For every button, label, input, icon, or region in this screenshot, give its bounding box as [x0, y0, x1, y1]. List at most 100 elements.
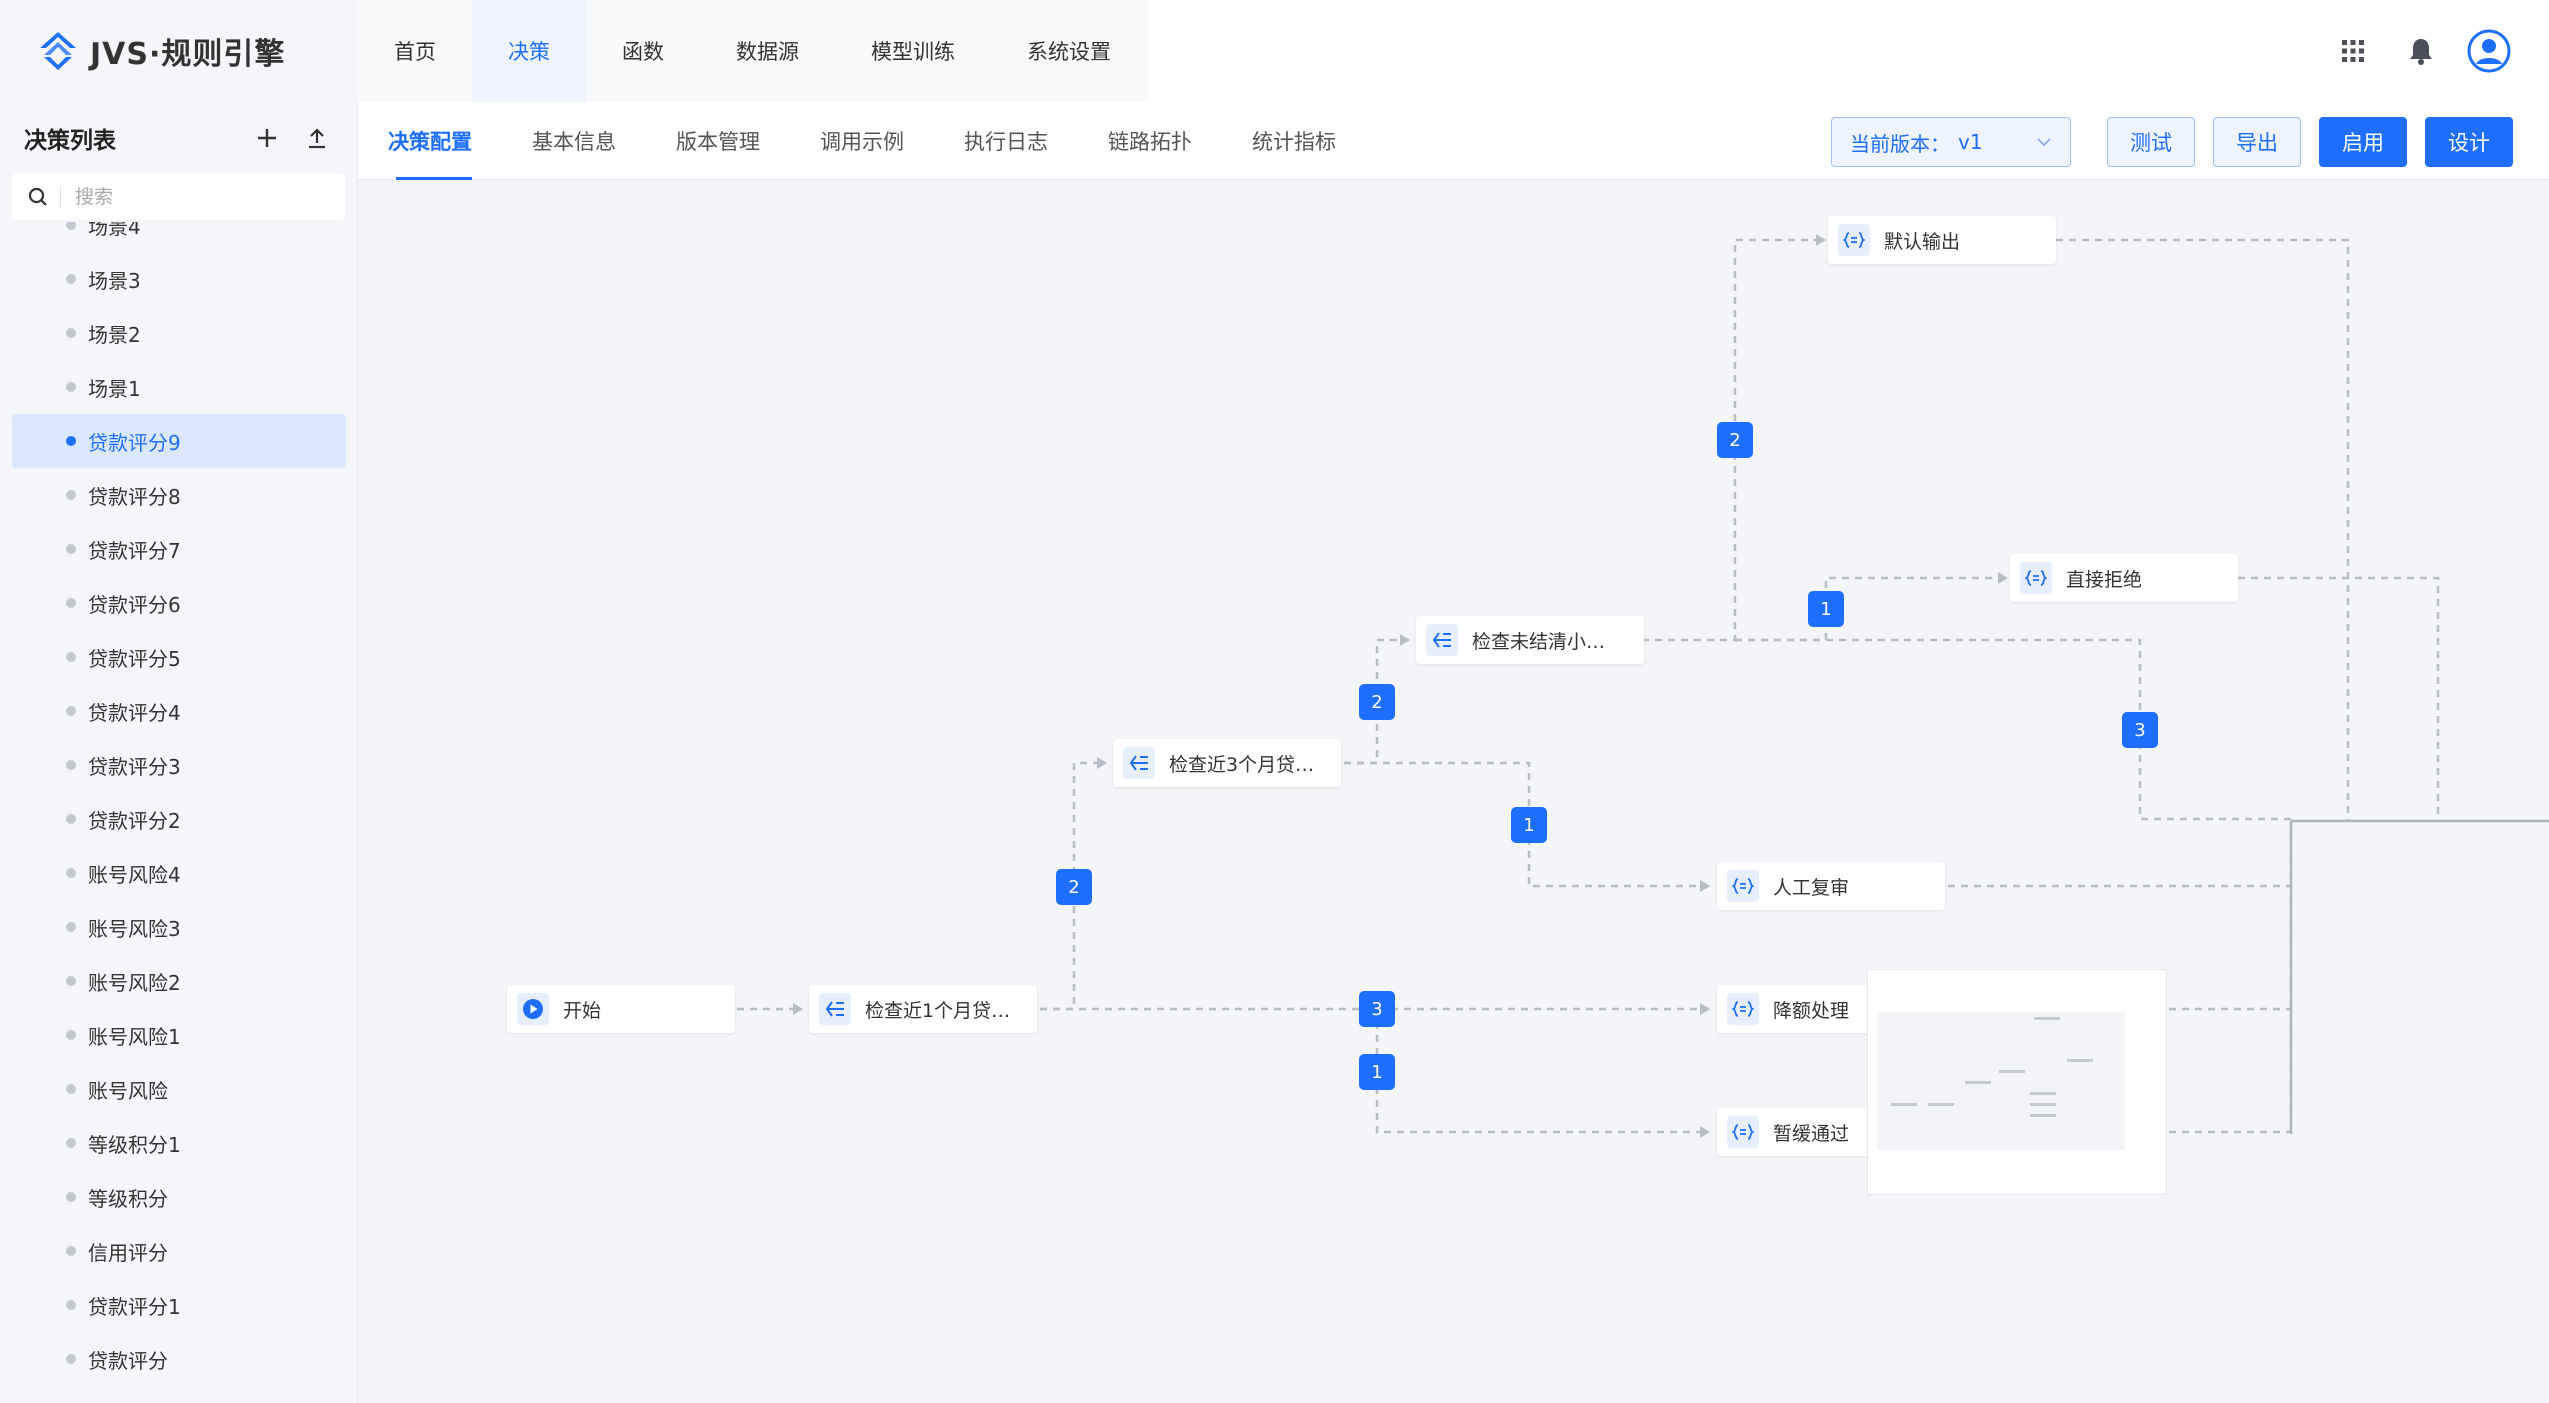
node-direct-reject[interactable]: 直接拒绝: [2010, 554, 2238, 602]
bullet-icon: [66, 652, 76, 662]
upload-button[interactable]: [301, 122, 333, 154]
design-button[interactable]: 设计: [2425, 117, 2513, 167]
decision-list-item[interactable]: 贷款评分3: [12, 738, 346, 792]
node-default-output[interactable]: 默认输出: [1828, 216, 2056, 264]
minimap-viewport[interactable]: [1877, 1012, 2125, 1150]
chevron-down-icon: [2037, 138, 2051, 147]
enable-button[interactable]: 启用: [2319, 117, 2407, 167]
node-start[interactable]: 开始: [507, 985, 735, 1033]
bullet-icon: [66, 328, 76, 338]
bullet-icon: [66, 976, 76, 986]
output-icon: [2020, 562, 2052, 594]
version-label: 当前版本：: [1850, 131, 1950, 156]
export-button[interactable]: 导出: [2213, 117, 2301, 167]
search-input[interactable]: [75, 186, 315, 208]
sub-tab-4[interactable]: 执行日志: [934, 102, 1078, 180]
decision-list-item[interactable]: 贷款评分8: [12, 468, 346, 522]
decision-list-item[interactable]: 贷款评分7: [12, 522, 346, 576]
decision-list-item[interactable]: 账号风险2: [12, 954, 346, 1008]
bullet-icon: [66, 436, 76, 446]
top-header: JVS·规则引擎 首页 决策 函数 数据源 模型训练 系统设置: [0, 0, 2549, 102]
branch-icon: [1426, 624, 1458, 656]
node-check-unsettled[interactable]: 检查未结清小…: [1416, 616, 1644, 664]
decision-list-item[interactable]: 场景2: [12, 306, 346, 360]
node-check-3month[interactable]: 检查近3个月贷…: [1113, 739, 1341, 787]
branch-icon: [819, 993, 851, 1025]
minimap-preview: [1891, 1017, 2093, 1117]
nav-item-3[interactable]: 数据源: [700, 0, 835, 102]
add-decision-button[interactable]: [251, 122, 283, 154]
decision-list-item[interactable]: 等级积分1: [12, 1116, 346, 1170]
decision-list-item[interactable]: 等级积分: [12, 1170, 346, 1224]
flow-edges: [737, 234, 2549, 1138]
bullet-icon: [66, 706, 76, 716]
nav-item-0[interactable]: 首页: [358, 0, 472, 102]
edge-reject-end: [2238, 576, 2440, 821]
sidebar-header: 决策列表: [0, 102, 357, 174]
sub-tab-3[interactable]: 调用示例: [790, 102, 934, 180]
brand-name: JVS·规则引擎: [90, 37, 286, 72]
branch-badge[interactable]: 1: [1808, 591, 1844, 627]
decision-list-item[interactable]: 信用评分: [12, 1224, 346, 1278]
branch-badge[interactable]: 2: [1056, 869, 1092, 905]
nav-item-4[interactable]: 模型训练: [835, 0, 991, 102]
end-connector: [2289, 819, 2549, 1134]
bullet-icon: [66, 1300, 76, 1310]
nav-item-2[interactable]: 函数: [586, 0, 700, 102]
brand[interactable]: JVS·规则引擎: [0, 0, 358, 102]
sub-tab-1[interactable]: 基本信息: [502, 102, 646, 180]
decision-list-item[interactable]: 贷款评分1: [12, 1278, 346, 1332]
test-button[interactable]: 测试: [2107, 117, 2195, 167]
sub-tab-2[interactable]: 版本管理: [646, 102, 790, 180]
decision-list-item-label: 场景1: [88, 376, 141, 401]
decision-list-item[interactable]: 贷款评分5: [12, 630, 346, 684]
decision-list-item-label: 贷款评分8: [88, 484, 181, 509]
nav-item-5[interactable]: 系统设置: [991, 0, 1147, 102]
edge-checkU-end: [1735, 638, 2291, 821]
output-icon: [1727, 1116, 1759, 1148]
branch-badge[interactable]: 1: [1511, 807, 1547, 843]
decision-list-item[interactable]: 贷款评分4: [12, 684, 346, 738]
decision-list-item[interactable]: 贷款评分6: [12, 576, 346, 630]
sub-tab-6[interactable]: 统计指标: [1222, 102, 1366, 180]
apps-grid-icon[interactable]: [2329, 27, 2377, 75]
decision-list-item-label: 等级积分1: [88, 1132, 181, 1157]
branch-badge[interactable]: 3: [1359, 991, 1395, 1027]
node-label: 默认输出: [1884, 230, 1961, 253]
sub-tab-0[interactable]: 决策配置: [358, 102, 502, 180]
toolbar: 当前版本： v1 测试 导出 启用 设计: [1831, 117, 2513, 167]
branch-badge[interactable]: 1: [1359, 1054, 1395, 1090]
search-separator: [60, 187, 61, 207]
decision-list-item-label: 贷款评分3: [88, 754, 181, 779]
decision-list-item[interactable]: 场景1: [12, 360, 346, 414]
decision-list-item[interactable]: 账号风险: [12, 1062, 346, 1116]
decision-list-item[interactable]: 场景4: [12, 222, 346, 252]
decision-list-item[interactable]: 场景3: [12, 252, 346, 306]
user-avatar-icon[interactable]: [2465, 27, 2513, 75]
node-label: 暂缓通过: [1773, 1122, 1850, 1145]
branch-badge[interactable]: 3: [2122, 712, 2158, 748]
flow-canvas[interactable]: 开始 检查近1个月贷… 检查近3个月贷… 检查未结清小… 默认输出 直接拒绝 人…: [359, 181, 2549, 1403]
bell-icon[interactable]: [2397, 27, 2445, 75]
decision-list-item[interactable]: 贷款评分: [12, 1332, 346, 1386]
upload-icon: [309, 128, 325, 149]
decision-list-item[interactable]: 账号风险4: [12, 846, 346, 900]
bullet-icon: [66, 1192, 76, 1202]
sub-tab-5[interactable]: 链路拓扑: [1078, 102, 1222, 180]
bullet-icon: [66, 1246, 76, 1256]
top-right-actions: [2329, 0, 2549, 102]
play-icon: [517, 993, 549, 1025]
decision-list-item-label: 场景3: [88, 268, 141, 293]
node-check-1month[interactable]: 检查近1个月贷…: [809, 985, 1037, 1033]
decision-list-item-label: 账号风险2: [88, 970, 181, 995]
decision-list-item[interactable]: 账号风险3: [12, 900, 346, 954]
decision-list-item[interactable]: 账号风险1: [12, 1008, 346, 1062]
decision-list-item[interactable]: 贷款评分2: [12, 792, 346, 846]
decision-list-item[interactable]: 贷款评分9: [12, 414, 346, 468]
bullet-icon: [66, 598, 76, 608]
node-manual-review[interactable]: 人工复审: [1717, 862, 1945, 910]
nav-item-1[interactable]: 决策: [472, 0, 586, 102]
branch-badge[interactable]: 2: [1359, 684, 1395, 720]
branch-badge[interactable]: 2: [1717, 422, 1753, 458]
version-select[interactable]: 当前版本： v1: [1831, 117, 2071, 167]
